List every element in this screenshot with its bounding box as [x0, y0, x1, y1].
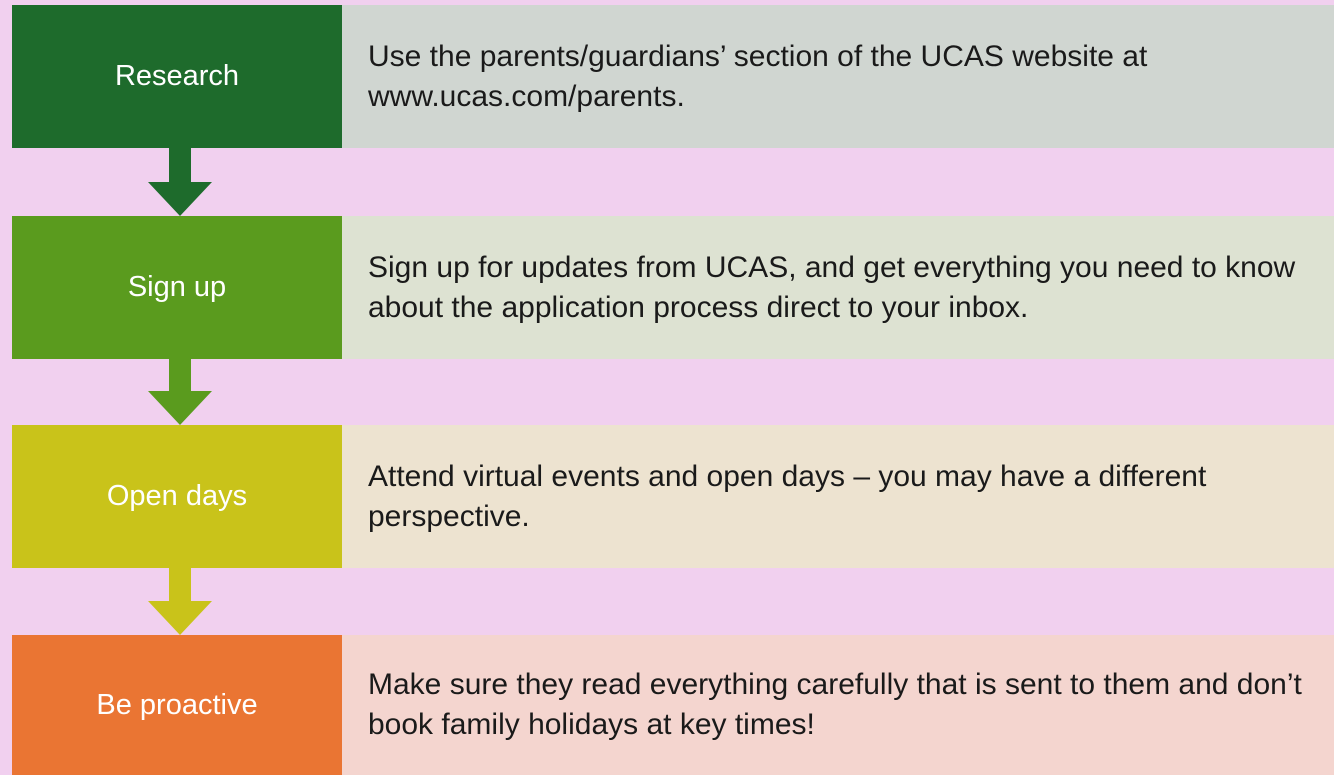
step-research-box: Research: [12, 5, 342, 148]
step-sign-up-description-box: Sign up for updates from UCAS, and get e…: [342, 216, 1334, 359]
step-be-proactive-description: Make sure they read everything carefully…: [368, 668, 1302, 741]
down-arrow-icon: [148, 568, 212, 635]
step-open-days-description-box: Attend virtual events and open days – yo…: [342, 425, 1334, 568]
step-open-days-box: Open days: [12, 425, 342, 568]
step-sign-up-box: Sign up: [12, 216, 342, 359]
step-be-proactive-description-box: Make sure they read everything carefully…: [342, 635, 1334, 775]
down-arrow-shape: [148, 359, 212, 425]
down-arrow-shape: [148, 568, 212, 635]
step-open-days-description: Attend virtual events and open days – yo…: [368, 459, 1207, 533]
step-be-proactive-label: Be proactive: [96, 688, 258, 721]
down-arrow-shape: [148, 148, 212, 216]
step-open-days-label: Open days: [106, 480, 248, 512]
down-arrow-icon: [148, 148, 212, 216]
step-sign-up-label: Sign up: [127, 271, 227, 303]
step-research-description: Use the parents/guardians’ section of th…: [368, 39, 1148, 113]
down-arrow-icon: [148, 359, 212, 425]
step-research-description-box: Use the parents/guardians’ section of th…: [342, 5, 1334, 148]
step-research-label: Research: [114, 60, 240, 92]
step-sign-up-description: Sign up for updates from UCAS, and get e…: [368, 250, 1296, 324]
step-be-proactive-box: Be proactive: [12, 635, 342, 775]
